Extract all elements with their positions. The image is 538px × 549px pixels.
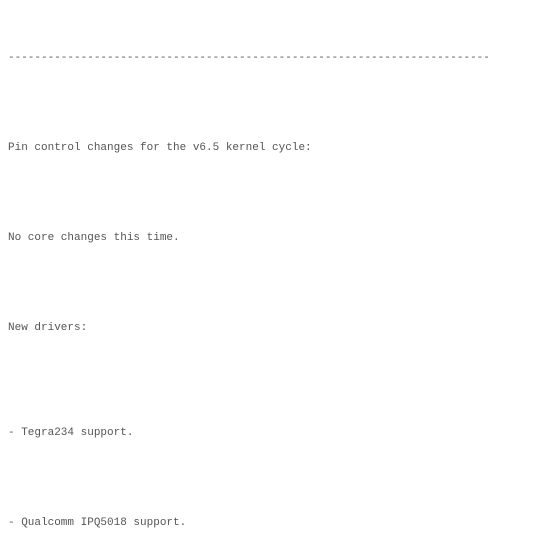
blank <box>8 96 530 111</box>
hr-top: ----------------------------------------… <box>8 51 530 66</box>
blank <box>8 366 530 381</box>
title: Pin control changes for the v6.5 kernel … <box>8 141 530 156</box>
blank <box>8 186 530 201</box>
blank <box>8 276 530 291</box>
blank <box>8 471 530 486</box>
driver-item: - Qualcomm IPQ5018 support. <box>8 516 530 531</box>
new-drivers-header: New drivers: <box>8 321 530 336</box>
document-page: ----------------------------------------… <box>0 0 538 549</box>
driver-item: - Tegra234 support. <box>8 426 530 441</box>
no-core-changes: No core changes this time. <box>8 231 530 246</box>
